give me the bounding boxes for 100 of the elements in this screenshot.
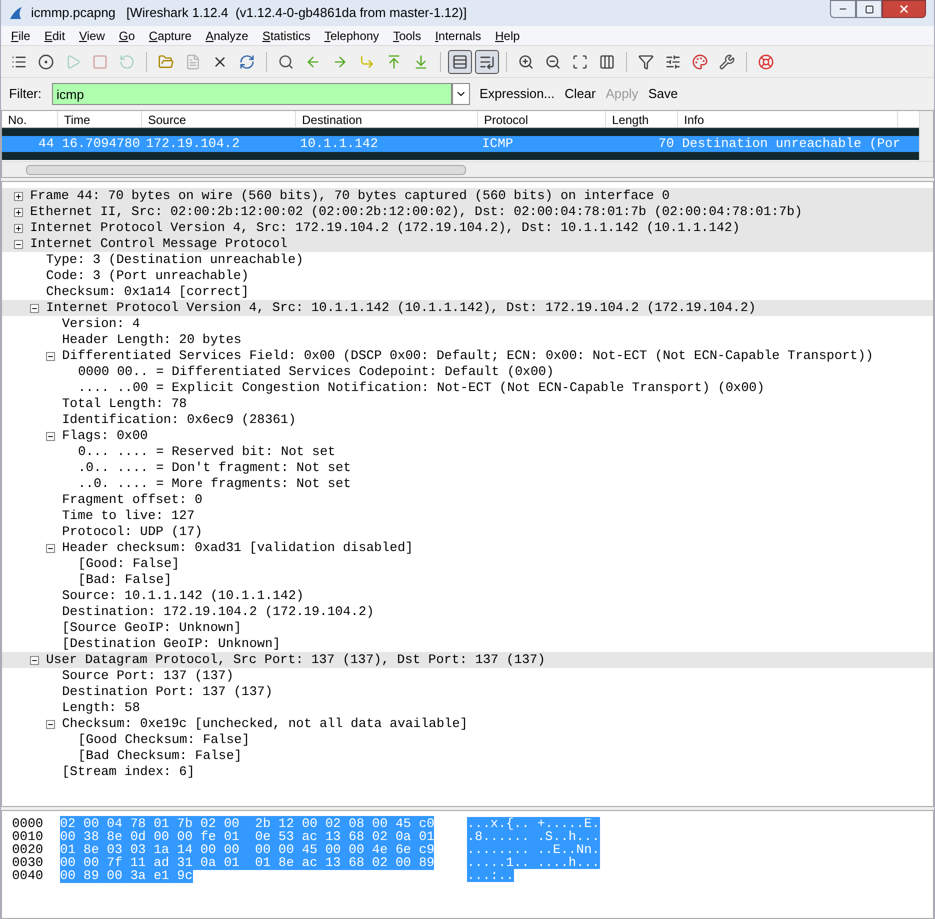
tree-item[interactable]: [Destination GeoIP: Unknown] [62, 636, 280, 652]
maximize-button[interactable] [856, 0, 882, 18]
menu-item[interactable]: Tools [393, 26, 422, 44]
lifebuoy-icon [758, 54, 774, 70]
arrow-down-icon [413, 54, 429, 70]
sliders-icon [665, 54, 681, 70]
tree-item[interactable]: Type: 3 (Destination unreachable) [46, 252, 304, 268]
packet-cell-text: ICMP [481, 136, 514, 152]
toolbar-button[interactable] [475, 50, 499, 74]
horizontal-scrollbar[interactable] [2, 161, 933, 177]
menu-item[interactable]: Telephony [324, 26, 380, 44]
ascii-bytes: ...x.{.. +.....E. [467, 817, 600, 830]
column-header[interactable]: Destination [296, 111, 478, 127]
vertical-scrollbar[interactable] [919, 111, 933, 161]
tree-item[interactable]: .0.. .... = Don't fragment: Not set [78, 460, 352, 476]
menu-item[interactable]: Capture [148, 26, 192, 44]
toolbar-button[interactable] [448, 50, 472, 74]
filter-field[interactable]: icmp [52, 83, 452, 105]
tree-item[interactable]: Fragment offset: 0 [62, 492, 202, 508]
expand-toggle[interactable] [14, 192, 23, 200]
collapse-toggle[interactable] [46, 432, 55, 440]
hex-bytes: 00 89 00 3a e1 9c [60, 868, 193, 883]
column-header[interactable]: No. [2, 111, 58, 127]
window-title: icmmp.pcapng [Wireshark 1.12.4 (v1.12.4-0-gb4861da from master-1.12)] [31, 4, 467, 22]
tree-item[interactable]: [Good Checksum: False] [78, 732, 250, 748]
tree-item[interactable]: .... ..00 = Explicit Congestion Notification: Not-ECT (Not ECN-Capable Transport) (0x00) [78, 380, 765, 396]
column-header[interactable]: Info [678, 111, 898, 127]
zoom-in-icon [518, 54, 534, 70]
dropdown-button[interactable] [452, 83, 470, 105]
folder-icon [158, 54, 174, 70]
expand-toggle[interactable] [14, 208, 23, 216]
menu-item[interactable]: Internals [435, 26, 482, 44]
tree-item[interactable]: [Good: False] [78, 556, 180, 572]
zoom-out-icon [545, 54, 561, 70]
maximize-icon [864, 4, 874, 14]
tree-item[interactable]: Total Length: 78 [62, 396, 187, 412]
byte-offset: 0020 [12, 843, 44, 856]
byte-offset: 0040 [12, 869, 44, 882]
ascii-bytes: .8...... .S..h... [467, 830, 600, 843]
document-icon [185, 54, 201, 70]
collapse-toggle[interactable] [46, 544, 55, 552]
tree-item[interactable]: Length: 58 [62, 700, 140, 716]
tree-item[interactable]: [Bad: False] [78, 572, 172, 588]
filter-button[interactable]: Clear [564, 84, 596, 104]
menu-item[interactable]: View [79, 26, 105, 44]
menu-item[interactable]: Statistics [262, 26, 310, 44]
tree-item[interactable]: Version: 4 [62, 316, 140, 332]
filter-button[interactable]: Save [648, 84, 678, 104]
plus-icon [15, 208, 22, 216]
tree-item[interactable]: Identification: 0x6ec9 (28361) [62, 412, 296, 428]
packet-cell-text: 172.19.104.2 [145, 136, 241, 152]
arrow-left-icon [305, 54, 321, 70]
column-header[interactable]: Time [58, 111, 142, 127]
expand-toggle[interactable] [14, 224, 23, 232]
packet-cell-text: 10.1.1.142 [299, 136, 380, 152]
ascii-bytes: ........ ..E..Nn. [467, 843, 600, 856]
wrench-icon [719, 54, 735, 70]
tree-item[interactable]: Protocol: UDP (17) [62, 524, 202, 540]
tree-item[interactable]: Flags: 0x00 [62, 428, 148, 444]
collapse-toggle[interactable] [46, 720, 55, 728]
column-header[interactable]: Protocol [478, 111, 606, 127]
column-header[interactable]: Length [606, 111, 678, 127]
tree-item[interactable]: Time to live: 127 [62, 508, 195, 524]
tree-item[interactable]: Code: 3 (Port unreachable) [46, 268, 249, 284]
shark-fin-icon [9, 6, 23, 20]
tree-item[interactable]: Header checksum: 0xad31 [validation disabled] [62, 540, 414, 556]
list-end-icon [479, 54, 495, 70]
tree-item[interactable]: Source Port: 137 (137) [62, 668, 234, 684]
tree-item[interactable]: Source: 10.1.1.142 (10.1.1.142) [62, 588, 304, 604]
packet-cell-text: Destination unreachable (Por [681, 136, 898, 152]
packet-cell-text: 70 [657, 136, 675, 152]
tree-item[interactable]: Header Length: 20 bytes [62, 332, 242, 348]
tree-item[interactable]: Differentiated Services Field: 0x00 (DSCP 0x00: Default; ECN: 0x00: Not-ECT (Not ECN-Capable Transport)) [62, 348, 874, 364]
menu-item[interactable]: Go [118, 26, 135, 44]
tree-item[interactable]: [Source GeoIP: Unknown] [62, 620, 242, 636]
tree-item[interactable]: Destination Port: 137 (137) [62, 684, 273, 700]
menu-item[interactable]: File [11, 26, 30, 44]
collapse-toggle[interactable] [46, 352, 55, 360]
filter-button[interactable]: Expression... [480, 84, 555, 104]
tree-item[interactable]: Checksum: 0xe19c [unchecked, not all data available] [62, 716, 468, 732]
tree-item[interactable]: 0... .... = Reserved bit: Not set [78, 444, 336, 460]
column-header[interactable]: Source [142, 111, 296, 127]
collapse-toggle[interactable] [30, 656, 39, 664]
menu-item[interactable]: Analyze [206, 26, 248, 44]
ascii-bytes: .....1.. ....h... [467, 856, 600, 869]
minimize-button[interactable] [830, 0, 856, 18]
menu-item[interactable]: Help [495, 26, 520, 44]
menu-item[interactable]: Edit [44, 26, 66, 44]
tree-item[interactable]: Destination: 172.19.104.2 (172.19.104.2) [62, 604, 374, 620]
close-button[interactable] [882, 0, 926, 18]
tree-item[interactable]: [Stream index: 6] [62, 764, 195, 780]
tree-item[interactable]: ..0. .... = More fragments: Not set [78, 476, 352, 492]
collapse-toggle[interactable] [30, 304, 39, 312]
collapse-toggle[interactable] [14, 240, 23, 248]
tree-item[interactable]: 0000 00.. = Differentiated Services Codepoint: Default (0x00) [78, 364, 554, 380]
plus-icon [15, 224, 22, 232]
packet-cell-text: 16.7094780 [61, 136, 142, 152]
tree-item[interactable]: Checksum: 0x1a14 [correct] [46, 284, 249, 300]
close-icon [898, 3, 910, 15]
tree-item[interactable]: [Bad Checksum: False] [78, 748, 242, 764]
